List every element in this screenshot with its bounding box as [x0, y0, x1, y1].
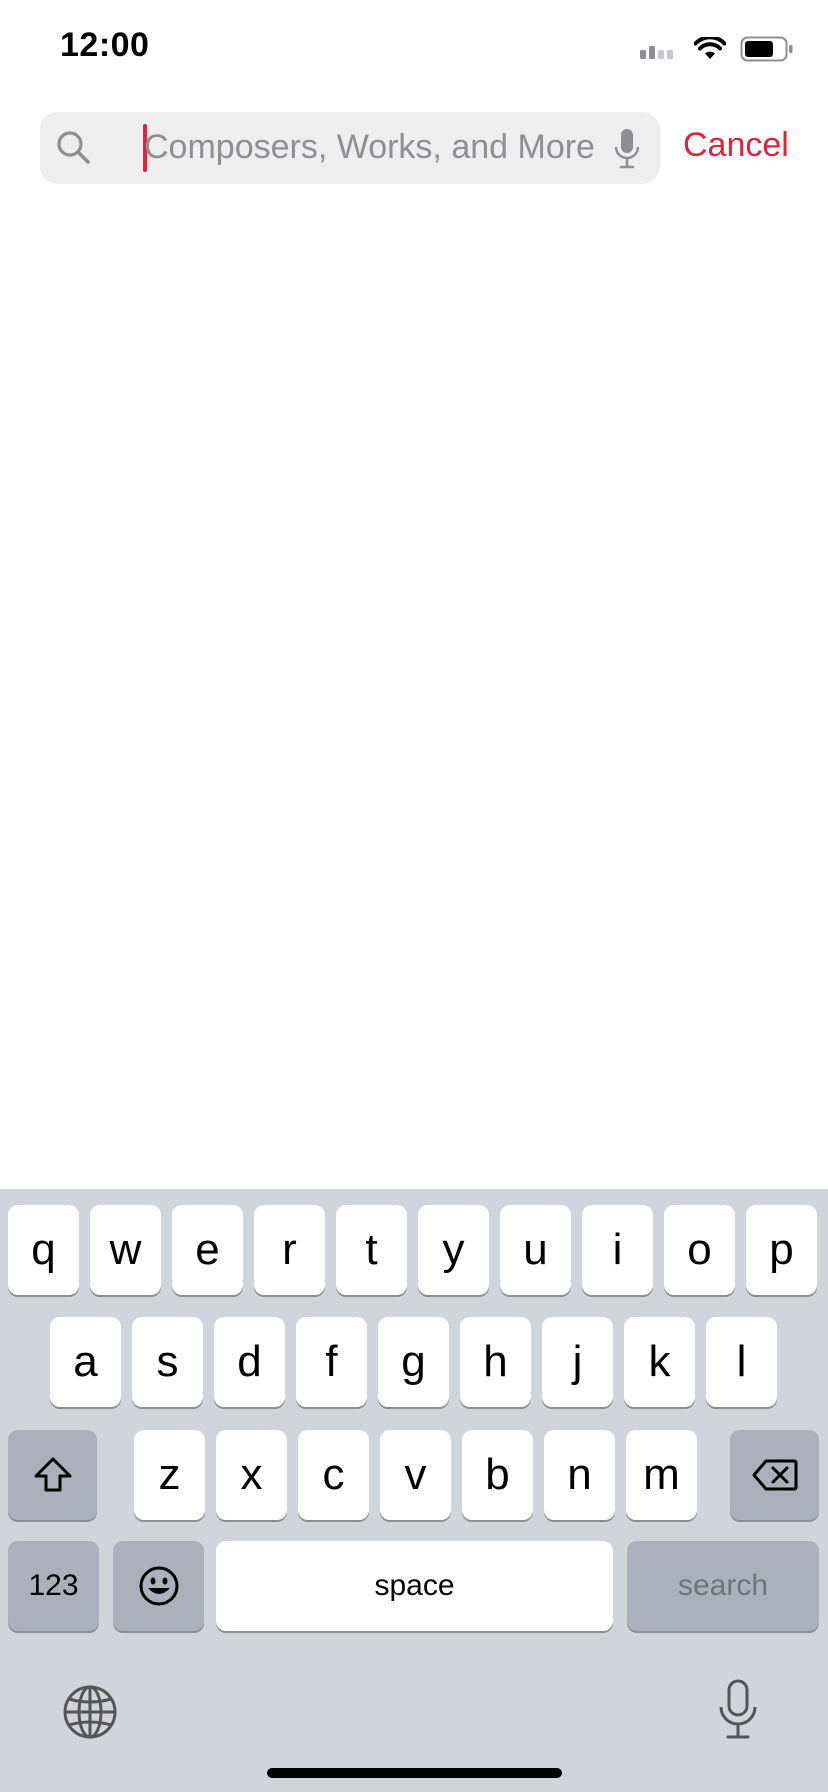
key-label: w — [109, 1225, 142, 1274]
key-label: r — [282, 1225, 297, 1274]
key-u[interactable]: u — [500, 1205, 571, 1295]
key-j[interactable]: j — [542, 1317, 613, 1407]
key-label: q — [31, 1225, 56, 1274]
key-c[interactable]: c — [298, 1430, 369, 1520]
key-label: x — [240, 1450, 263, 1499]
key-label: o — [687, 1225, 712, 1274]
search-key-label: search — [677, 1569, 769, 1602]
key-label: s — [156, 1337, 179, 1386]
globe-icon[interactable] — [62, 1684, 118, 1740]
key-a[interactable]: a — [50, 1317, 121, 1407]
key-label: a — [73, 1337, 98, 1386]
status-icons — [640, 36, 794, 62]
search-placeholder: Composers, Works, and More — [144, 128, 595, 166]
space-key[interactable]: space — [216, 1541, 613, 1631]
key-label: h — [483, 1337, 508, 1386]
key-s[interactable]: s — [132, 1317, 203, 1407]
key-y[interactable]: y — [418, 1205, 489, 1295]
key-label: e — [195, 1225, 220, 1274]
space-key-label: space — [374, 1569, 455, 1602]
key-label: b — [485, 1450, 510, 1499]
key-label: k — [648, 1337, 671, 1386]
cancel-button[interactable]: Cancel — [683, 126, 789, 165]
key-b[interactable]: b — [462, 1430, 533, 1520]
key-label: v — [404, 1450, 427, 1499]
search-icon — [57, 131, 90, 164]
key-label: g — [401, 1337, 426, 1386]
key-g[interactable]: g — [378, 1317, 449, 1407]
keyboard: q w e r t y u i o p a s d f g h j k l z x c v b n m 123 space s… — [0, 1189, 828, 1792]
key-label: l — [736, 1337, 747, 1386]
key-label: i — [612, 1225, 623, 1274]
key-label: m — [643, 1450, 680, 1499]
battery-icon — [740, 36, 793, 62]
key-x[interactable]: x — [216, 1430, 287, 1520]
key-label: u — [523, 1225, 548, 1274]
delete-icon — [752, 1459, 797, 1491]
microphone-icon[interactable] — [612, 128, 642, 170]
key-i[interactable]: i — [582, 1205, 653, 1295]
key-label: z — [158, 1450, 181, 1499]
key-d[interactable]: d — [214, 1317, 285, 1407]
key-label: d — [237, 1337, 262, 1386]
key-f[interactable]: f — [296, 1317, 367, 1407]
status-time: 12:00 — [60, 26, 150, 64]
key-p[interactable]: p — [746, 1205, 817, 1295]
key-r[interactable]: r — [254, 1205, 325, 1295]
numbers-key[interactable]: 123 — [8, 1541, 99, 1631]
key-label: n — [567, 1450, 592, 1499]
key-m[interactable]: m — [626, 1430, 697, 1520]
key-n[interactable]: n — [544, 1430, 615, 1520]
delete-key[interactable] — [730, 1430, 819, 1520]
key-l[interactable]: l — [706, 1317, 777, 1407]
key-k[interactable]: k — [624, 1317, 695, 1407]
key-q[interactable]: q — [8, 1205, 79, 1295]
key-label: f — [325, 1337, 338, 1386]
search-field[interactable]: Composers, Works, and More — [40, 112, 660, 184]
key-h[interactable]: h — [460, 1317, 531, 1407]
search-row: Composers, Works, and More Cancel — [0, 112, 828, 184]
wifi-icon — [694, 37, 726, 59]
shift-icon — [34, 1457, 71, 1492]
shift-key[interactable] — [8, 1430, 97, 1520]
home-indicator — [267, 1768, 562, 1778]
key-label: j — [572, 1337, 583, 1386]
status-bar: 12:00 — [0, 0, 828, 100]
search-key[interactable]: search — [627, 1541, 819, 1631]
key-label: p — [769, 1225, 794, 1274]
key-t[interactable]: t — [336, 1205, 407, 1295]
key-e[interactable]: e — [172, 1205, 243, 1295]
key-label: t — [365, 1225, 378, 1274]
emoji-icon — [139, 1566, 178, 1606]
key-label: c — [322, 1450, 345, 1499]
key-w[interactable]: w — [90, 1205, 161, 1295]
key-label: y — [442, 1225, 465, 1274]
key-v[interactable]: v — [380, 1430, 451, 1520]
cellular-signal-icon — [640, 46, 673, 59]
emoji-key[interactable] — [113, 1541, 204, 1631]
key-z[interactable]: z — [134, 1430, 205, 1520]
microphone-icon[interactable] — [716, 1679, 760, 1741]
key-o[interactable]: o — [664, 1205, 735, 1295]
numbers-key-label: 123 — [28, 1569, 79, 1602]
